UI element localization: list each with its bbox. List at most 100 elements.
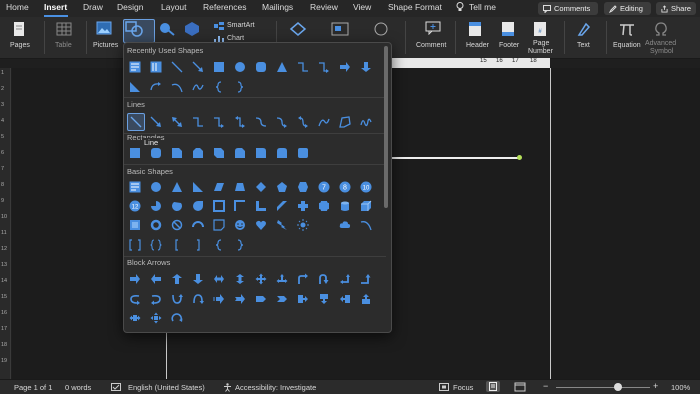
shape-sun[interactable] [296,218,310,232]
web-layout-icon[interactable] [514,382,526,392]
advanced-symbol-label-1[interactable]: Advanced [645,40,676,47]
shape-scribble[interactable] [359,115,373,129]
3d-models-icon[interactable] [184,21,200,37]
shape-elbow-arrow-connector[interactable] [212,115,226,129]
shape-text-box[interactable] [128,60,142,74]
tab-insert[interactable]: Insert [44,2,67,12]
shape-smiley-face[interactable] [233,218,247,232]
shape-snip-corner-rect[interactable] [170,146,184,160]
cross-reference-icon[interactable] [373,21,389,37]
links-icon[interactable] [288,21,308,37]
language-indicator[interactable]: English (United States) [128,383,205,392]
shape-isosceles-triangle[interactable] [170,180,184,194]
shape-half-frame[interactable] [233,199,247,213]
shape-triangle[interactable] [275,60,289,74]
shape-elbow-double-arrow[interactable] [233,115,247,129]
shape-curved-up-arrow[interactable] [170,292,184,306]
tab-home[interactable]: Home [6,2,29,12]
tab-shape-format[interactable]: Shape Format [388,2,442,12]
shape-circular-arrow[interactable] [170,311,184,325]
shape-dodecagon[interactable]: 12 [128,199,142,213]
shape-rect[interactable] [128,146,142,160]
shape-trapezoid[interactable] [233,180,247,194]
line-end-handle[interactable] [517,155,522,160]
shape-cube[interactable] [359,199,373,213]
shape-double-bracket[interactable] [128,238,142,252]
text-button[interactable]: Text [577,42,590,49]
shape-right-arrow-callout[interactable] [296,292,310,306]
bookmark-icon[interactable] [331,21,349,37]
page-count[interactable]: Page 1 of 1 [14,383,52,392]
shape-bent-arrow[interactable] [296,272,310,286]
shape-elbow-arrow[interactable] [317,60,331,74]
shape-oval[interactable] [233,60,247,74]
shape-arrow[interactable] [191,60,205,74]
shape-pentagon-arrow[interactable] [254,292,268,306]
shape-decagon[interactable]: 10 [359,180,373,194]
shape-curved-double-arrow[interactable] [296,115,310,129]
chart-button[interactable]: Chart [227,35,244,42]
shape-down-arrow-callout[interactable] [317,292,331,306]
shape-quad-arrow-callout[interactable] [149,311,163,325]
shape-line-double-arrow[interactable] [170,115,184,129]
shape-right-arrow[interactable] [128,272,142,286]
tab-mailings[interactable]: Mailings [262,2,293,12]
shape-left-right-up-arrow[interactable] [275,272,289,286]
shape-quad-arrow[interactable] [254,272,268,286]
shape-left-right-arrow-callout[interactable] [128,311,142,325]
shape-curved-arrow[interactable] [149,80,163,94]
shape-elbow-connector[interactable] [191,115,205,129]
smartart-button[interactable]: SmartArt [227,22,255,29]
advanced-symbol-label-2[interactable]: Symbol [650,48,673,55]
shape-moon[interactable] [317,218,331,232]
accessibility-status[interactable]: Accessibility: Investigate [235,383,316,392]
shape-can[interactable] [338,199,352,213]
shape-donut[interactable] [149,218,163,232]
shape-l-shape[interactable] [254,199,268,213]
word-count[interactable]: 0 words [65,383,91,392]
equation-button[interactable]: Equation [613,42,641,49]
shape-down-arrow[interactable] [191,272,205,286]
shape-chord[interactable] [170,199,184,213]
shape-curved-arrow-connector[interactable] [275,115,289,129]
shape-frame[interactable] [212,199,226,213]
shape-up-down-arrow[interactable] [233,272,247,286]
shape-left-brace[interactable] [212,80,226,94]
pictures-button[interactable]: Pictures [93,42,118,49]
shape-octagon[interactable]: 8 [338,180,352,194]
shape-left-bracket[interactable] [170,238,184,252]
shape-pentagon[interactable] [275,180,289,194]
tab-design[interactable]: Design [117,2,143,12]
shape-right-brace[interactable] [233,80,247,94]
shape-curved-right-arrow[interactable] [128,292,142,306]
shape-round-single-corner[interactable] [254,146,268,160]
header-button[interactable]: Header [466,42,489,49]
shape-arc[interactable] [170,80,184,94]
shape-snip-diagonal-rect[interactable] [212,146,226,160]
shape-text-box[interactable] [128,180,142,194]
tab-draw[interactable]: Draw [83,2,103,12]
share-button[interactable]: Share [656,2,696,15]
shape-curved-left-arrow[interactable] [149,292,163,306]
shape-lightning-bolt[interactable] [275,218,289,232]
tab-references[interactable]: References [203,2,246,12]
zoom-slider-thumb[interactable] [614,383,622,391]
comment-button[interactable]: Comment [416,42,446,49]
shape-left-arrow[interactable] [149,272,163,286]
shape-vertical-text-box[interactable] [149,60,163,74]
shape-double-brace[interactable] [149,238,163,252]
shape-line-arrow[interactable] [149,115,163,129]
shape-heart[interactable] [254,218,268,232]
shape-striped-right-arrow[interactable] [212,292,226,306]
zoom-slider-track[interactable] [556,387,650,388]
gallery-scrollbar[interactable] [384,46,388,208]
shape-round-same-side[interactable] [275,146,289,160]
focus-button[interactable]: Focus [453,383,473,392]
shape-right-triangle[interactable] [191,180,205,194]
shape-curved-down-arrow[interactable] [191,292,205,306]
horizontal-ruler[interactable]: 15 16 17 18 [380,58,550,68]
shape-plaque[interactable] [317,199,331,213]
shape-pie[interactable] [149,199,163,213]
shape-left-up-arrow[interactable] [338,272,352,286]
shape-cross[interactable] [296,199,310,213]
